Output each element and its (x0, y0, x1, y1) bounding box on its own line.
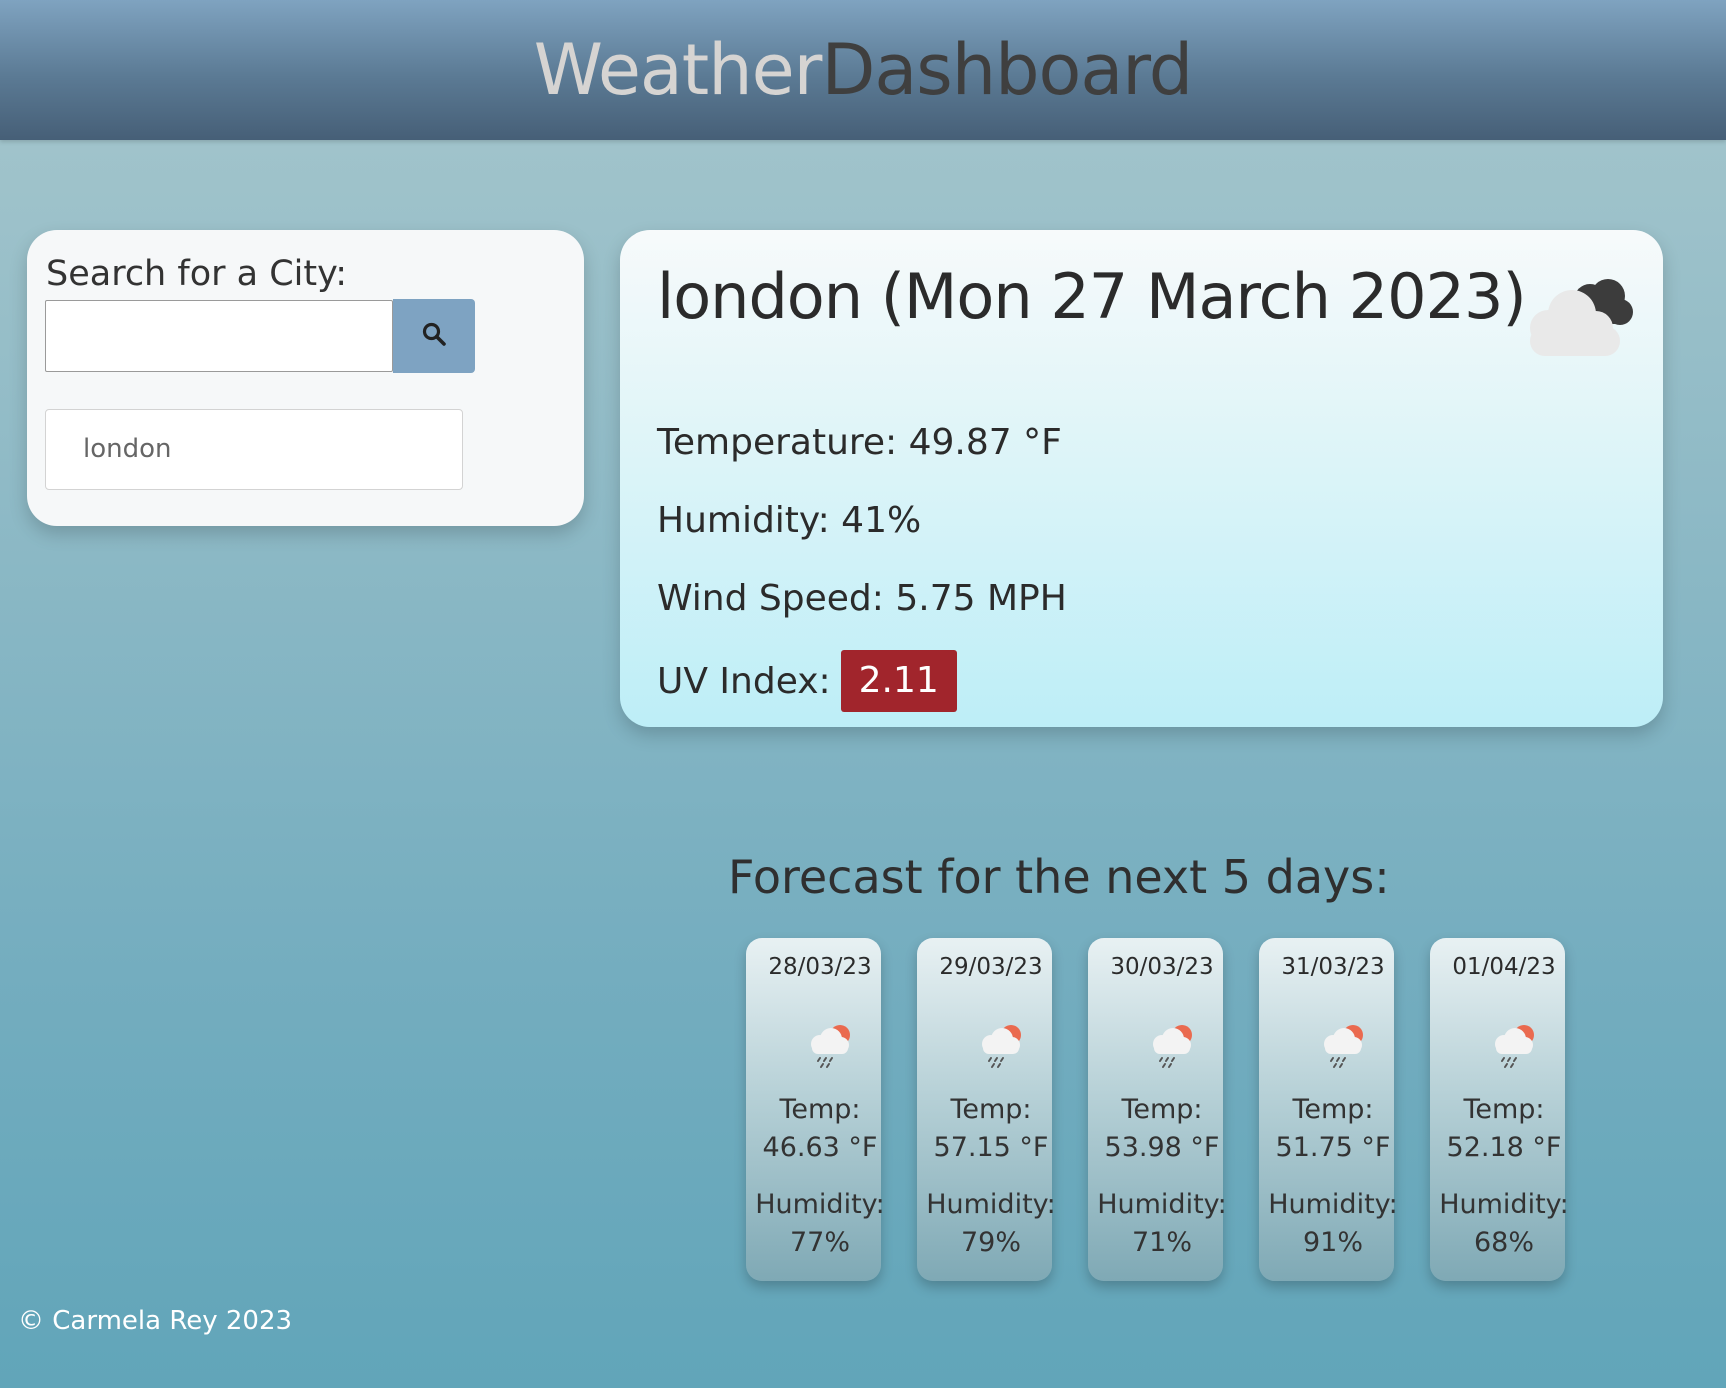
current-humidity: Humidity: 41% (657, 500, 922, 541)
forecast-temp: 46.63 °F (762, 1132, 878, 1163)
search-input[interactable] (45, 300, 393, 372)
uv-index-label: UV Index: (657, 660, 831, 702)
light-rain-icon (975, 1020, 1027, 1074)
forecast-card: 01/04/23 Temp: 52.18 °F Humidity: 68% (1430, 938, 1569, 1281)
forecast-humidity: 91% (1302, 1227, 1363, 1258)
uv-index-badge: 2.11 (840, 650, 957, 712)
forecast-humidity-label: Humidity: (1097, 1189, 1227, 1220)
current-temperature: Temperature: 49.87 °F (657, 422, 1062, 463)
forecast-temp-label: Temp: (779, 1094, 861, 1125)
forecast-card: 30/03/23 Temp: 53.98 °F Humidity: 71% (1088, 938, 1227, 1281)
forecast-humidity: 68% (1473, 1227, 1534, 1258)
forecast-date: 28/03/23 (768, 954, 872, 980)
current-weather-card: london (Mon 27 March 2023) Temperature: … (620, 230, 1663, 727)
forecast-temp-label: Temp: (950, 1094, 1032, 1125)
forecast-date: 29/03/23 (939, 954, 1043, 980)
forecast-humidity-label: Humidity: (1268, 1189, 1398, 1220)
forecast-temp-label: Temp: (1463, 1094, 1545, 1125)
forecast-heading: Forecast for the next 5 days: (728, 850, 1390, 904)
forecast-temp: 57.15 °F (933, 1132, 1049, 1163)
light-rain-icon (1317, 1020, 1369, 1074)
forecast-date: 01/04/23 (1452, 954, 1556, 980)
forecast-card: 31/03/23 Temp: 51.75 °F Humidity: 91% (1259, 938, 1398, 1281)
forecast-humidity: 79% (960, 1227, 1021, 1258)
forecast-humidity-label: Humidity: (926, 1189, 1056, 1220)
forecast-humidity: 77% (789, 1227, 850, 1258)
forecast-card: 29/03/23 Temp: 57.15 °F Humidity: 79% (917, 938, 1056, 1281)
search-label: Search for a City: (46, 254, 348, 294)
forecast-temp-label: Temp: (1121, 1094, 1203, 1125)
search-history-item[interactable]: london (45, 409, 463, 490)
light-rain-icon (1146, 1020, 1198, 1074)
title-weather: Weather (533, 29, 823, 111)
footer-copyright: © Carmela Rey 2023 (18, 1306, 293, 1336)
page-title: WeatherDashboard (533, 29, 1194, 111)
light-rain-icon (804, 1020, 856, 1074)
forecast-temp: 53.98 °F (1104, 1132, 1220, 1163)
current-wind-speed: Wind Speed: 5.75 MPH (657, 578, 1067, 619)
forecast-card: 28/03/23 Temp: 46.63 °F Humidity: 77% (746, 938, 885, 1281)
search-panel: Search for a City: london (27, 230, 584, 526)
forecast-temp-label: Temp: (1292, 1094, 1374, 1125)
forecast-humidity-label: Humidity: (1439, 1189, 1569, 1220)
light-rain-icon (1488, 1020, 1540, 1074)
forecast-temp: 51.75 °F (1275, 1132, 1391, 1163)
search-button[interactable] (393, 299, 475, 373)
forecast-date: 31/03/23 (1281, 954, 1385, 980)
title-dashboard: Dashboard (821, 29, 1193, 111)
uv-index-row: UV Index: 2.11 (657, 650, 957, 712)
forecast-humidity: 71% (1131, 1227, 1192, 1258)
search-icon (421, 321, 447, 351)
forecast-temp: 52.18 °F (1446, 1132, 1562, 1163)
current-city-title: london (Mon 27 March 2023) (657, 260, 1527, 333)
forecast-date: 30/03/23 (1110, 954, 1214, 980)
broken-clouds-icon (1520, 270, 1640, 364)
header: WeatherDashboard (0, 0, 1726, 140)
forecast-humidity-label: Humidity: (755, 1189, 885, 1220)
